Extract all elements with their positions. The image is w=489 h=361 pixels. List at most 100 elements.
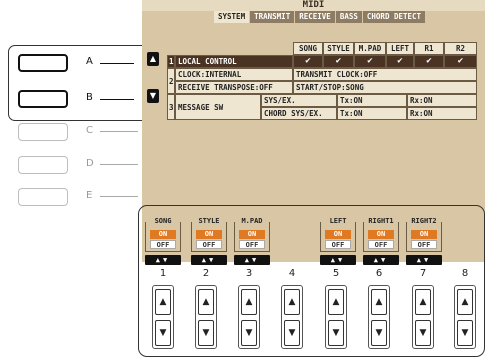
clock-setting[interactable]: CLOCK:INTERNAL: [175, 68, 293, 81]
col-song: SONG: [293, 42, 323, 55]
param-style[interactable]: STYLE ON OFF ▲▼: [191, 217, 227, 265]
button-e[interactable]: [18, 188, 68, 206]
physical-button-pair-2: ▲ ▼: [195, 285, 217, 349]
chord-sysex-tx[interactable]: Tx:ON: [337, 107, 407, 120]
message-sw-label[interactable]: MESSAGE SW: [175, 94, 261, 120]
param-song[interactable]: SONG ON OFF ▲▼: [145, 217, 181, 265]
param-style-on[interactable]: ON: [196, 230, 222, 239]
transmit-clock-setting[interactable]: TRANSMIT CLOCK:OFF: [293, 68, 477, 81]
triangle-down-icon[interactable]: ▼: [415, 320, 431, 346]
triangle-down-icon[interactable]: ▼: [457, 320, 473, 346]
param-left-off[interactable]: OFF: [325, 240, 351, 249]
param-right1-updown-icon[interactable]: ▲▼: [363, 255, 399, 265]
triangle-up-icon[interactable]: ▲: [415, 289, 431, 315]
triangle-up-icon[interactable]: ▲: [155, 289, 171, 315]
triangle-down-icon[interactable]: ▼: [155, 320, 171, 346]
physical-button-pair-5: ▲ ▼: [325, 285, 347, 349]
triangle-up-icon[interactable]: ▲: [328, 289, 344, 315]
button-a-line: [100, 63, 134, 64]
button-c[interactable]: [18, 123, 68, 141]
param-right1[interactable]: RIGHT1 ON OFF ▲▼: [363, 217, 399, 265]
button-c-line: [100, 131, 138, 132]
param-song-on[interactable]: ON: [150, 230, 176, 239]
triangle-up-icon[interactable]: ▲: [198, 289, 214, 315]
param-right1-name: RIGHT1: [367, 217, 395, 225]
button-c-label: C: [86, 125, 93, 136]
col-r2: R2: [444, 42, 477, 55]
param-right1-on[interactable]: ON: [368, 230, 394, 239]
param-mpad-updown-icon[interactable]: ▲▼: [234, 255, 270, 265]
param-mpad-off[interactable]: OFF: [239, 240, 265, 249]
tab-transmit[interactable]: TRANSMIT: [250, 11, 296, 23]
button-number-1: 1: [159, 268, 167, 279]
param-style-name: STYLE: [197, 217, 221, 225]
param-right2-off[interactable]: OFF: [411, 240, 437, 249]
triangle-down-icon[interactable]: ▼: [284, 320, 300, 346]
checkmark-icon[interactable]: ✔: [414, 55, 444, 68]
param-mpad-name: M.PAD: [240, 217, 264, 225]
param-right2[interactable]: RIGHT2 ON OFF ▲▼: [406, 217, 442, 265]
checkmark-icon[interactable]: ✔: [386, 55, 414, 68]
physical-button-pair-7: ▲ ▼: [412, 285, 434, 349]
button-e-line: [100, 196, 138, 197]
triangle-down-icon[interactable]: ▼: [371, 320, 387, 346]
param-right2-on[interactable]: ON: [411, 230, 437, 239]
param-left[interactable]: LEFT ON OFF ▲▼: [320, 217, 356, 265]
local-control-label[interactable]: LOCAL CONTROL: [175, 55, 293, 68]
physical-button-pair-1: ▲ ▼: [152, 285, 174, 349]
tab-bar: SYSTEM TRANSMIT RECEIVE BASS CHORD DETEC…: [214, 11, 427, 23]
row1-number: 1: [167, 55, 175, 68]
checkmark-icon[interactable]: ✔: [293, 55, 323, 68]
button-d[interactable]: [18, 156, 68, 174]
button-d-label: D: [86, 158, 94, 169]
triangle-up-icon[interactable]: ▲: [241, 289, 257, 315]
checkmark-icon[interactable]: ✔: [444, 55, 477, 68]
triangle-down-icon[interactable]: ▼: [198, 320, 214, 346]
button-number-2: 2: [202, 268, 210, 279]
physical-button-pair-3: ▲ ▼: [238, 285, 260, 349]
tab-chord-detect[interactable]: CHORD DETECT: [362, 11, 427, 23]
param-song-updown-icon[interactable]: ▲▼: [145, 255, 181, 265]
param-mpad-on[interactable]: ON: [239, 230, 265, 239]
lcd-screen: MIDI SYSTEM TRANSMIT RECEIVE BASS CHORD …: [142, 0, 485, 200]
button-b-label: B: [86, 92, 93, 103]
button-d-line: [100, 164, 138, 165]
button-number-6: 6: [375, 268, 383, 279]
param-right1-off[interactable]: OFF: [368, 240, 394, 249]
param-left-updown-icon[interactable]: ▲▼: [320, 255, 356, 265]
button-a[interactable]: [18, 54, 68, 72]
col-mpad: M.PAD: [354, 42, 386, 55]
param-song-off[interactable]: OFF: [150, 240, 176, 249]
sysex-label: SYS/EX.: [261, 94, 337, 107]
checkmark-icon[interactable]: ✔: [354, 55, 386, 68]
sysex-rx[interactable]: Rx:ON: [407, 94, 477, 107]
triangle-down-icon[interactable]: ▼: [147, 89, 159, 103]
button-number-3: 3: [245, 268, 253, 279]
triangle-down-icon[interactable]: ▼: [241, 320, 257, 346]
param-style-updown-icon[interactable]: ▲▼: [191, 255, 227, 265]
triangle-up-icon[interactable]: ▲: [457, 289, 473, 315]
triangle-up-icon[interactable]: ▲: [371, 289, 387, 315]
button-e-label: E: [86, 190, 93, 201]
button-b[interactable]: [18, 90, 68, 108]
tab-receive[interactable]: RECEIVE: [295, 11, 336, 23]
tab-bass[interactable]: BASS: [335, 11, 363, 23]
button-number-8: 8: [461, 268, 469, 279]
start-stop-setting[interactable]: START/STOP:SONG: [293, 81, 477, 94]
param-song-name: SONG: [153, 217, 173, 225]
receive-transpose-setting[interactable]: RECEIVE TRANSPOSE:OFF: [175, 81, 293, 94]
chord-sysex-rx[interactable]: Rx:ON: [407, 107, 477, 120]
button-b-line: [100, 99, 134, 100]
param-style-off[interactable]: OFF: [196, 240, 222, 249]
param-right2-name: RIGHT2: [410, 217, 438, 225]
tab-system[interactable]: SYSTEM: [214, 11, 251, 23]
param-left-on[interactable]: ON: [325, 230, 351, 239]
button-number-5: 5: [332, 268, 340, 279]
triangle-up-icon[interactable]: ▲: [147, 52, 159, 66]
triangle-down-icon[interactable]: ▼: [328, 320, 344, 346]
triangle-up-icon[interactable]: ▲: [284, 289, 300, 315]
sysex-tx[interactable]: Tx:ON: [337, 94, 407, 107]
checkmark-icon[interactable]: ✔: [323, 55, 354, 68]
param-mpad[interactable]: M.PAD ON OFF ▲▼: [234, 217, 270, 265]
param-right2-updown-icon[interactable]: ▲▼: [406, 255, 442, 265]
